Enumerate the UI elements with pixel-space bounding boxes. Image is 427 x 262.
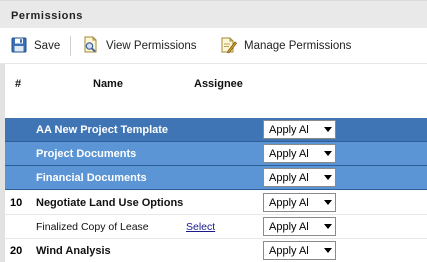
table-row: AA New Project Template Apply Al	[5, 118, 427, 142]
floppy-disk-icon	[11, 37, 27, 56]
row-name: Project Documents	[36, 148, 137, 160]
dropdown-arrow-icon	[321, 248, 335, 253]
table-row: Finalized Copy of Lease Select Apply Al	[5, 215, 427, 239]
permission-select[interactable]: Apply Al	[263, 241, 336, 260]
table-row: Project Documents Apply Al	[5, 142, 427, 166]
row-name: AA New Project Template	[36, 124, 169, 136]
column-header-name: Name	[93, 78, 123, 90]
row-number: 10	[10, 197, 23, 209]
row-number: 20	[10, 245, 23, 257]
permission-select[interactable]: Apply Al	[263, 144, 336, 163]
dropdown-arrow-icon	[321, 175, 335, 180]
permission-select-value: Apply Al	[269, 196, 309, 209]
toolbar: Save View Permissions Manage Permissions	[0, 28, 427, 64]
row-name: Financial Documents	[36, 172, 147, 184]
permission-select-value: Apply Al	[269, 244, 309, 257]
permission-select[interactable]: Apply Al	[263, 168, 336, 187]
panel-title: Permissions	[11, 10, 84, 22]
table-row: 10 Negotiate Land Use Options Apply Al	[5, 191, 427, 215]
column-header-assignee: Assignee	[194, 78, 243, 90]
permission-select[interactable]: Apply Al	[263, 193, 336, 212]
document-edit-icon	[220, 36, 238, 56]
permission-select[interactable]: Apply Al	[263, 120, 336, 139]
view-permissions-button[interactable]: View Permissions	[82, 36, 197, 56]
permission-select-value: Apply Al	[269, 220, 309, 233]
table-row: Financial Documents Apply Al	[5, 166, 427, 190]
dropdown-arrow-icon	[321, 200, 335, 205]
dropdown-arrow-icon	[321, 127, 335, 132]
select-assignee-link[interactable]: Select	[186, 221, 215, 233]
dropdown-arrow-icon	[321, 224, 335, 229]
table-row: 20 Wind Analysis Apply Al	[5, 239, 427, 262]
save-label: Save	[34, 40, 61, 52]
dropdown-arrow-icon	[321, 151, 335, 156]
toolbar-separator	[70, 36, 71, 56]
panel-header: Permissions	[0, 0, 427, 28]
view-permissions-label: View Permissions	[106, 40, 197, 52]
row-name: Negotiate Land Use Options	[36, 197, 184, 209]
manage-permissions-button[interactable]: Manage Permissions	[220, 36, 351, 56]
permission-select-value: Apply Al	[269, 147, 309, 160]
permission-select-value: Apply Al	[269, 171, 309, 184]
save-button[interactable]: Save	[11, 36, 60, 56]
column-header-number: #	[15, 78, 22, 90]
manage-permissions-label: Manage Permissions	[244, 40, 352, 52]
row-name: Wind Analysis	[36, 245, 111, 257]
row-name: Finalized Copy of Lease	[36, 221, 149, 233]
permission-select-value: Apply Al	[269, 123, 309, 136]
document-view-icon	[82, 36, 99, 56]
permission-select[interactable]: Apply Al	[263, 217, 336, 236]
